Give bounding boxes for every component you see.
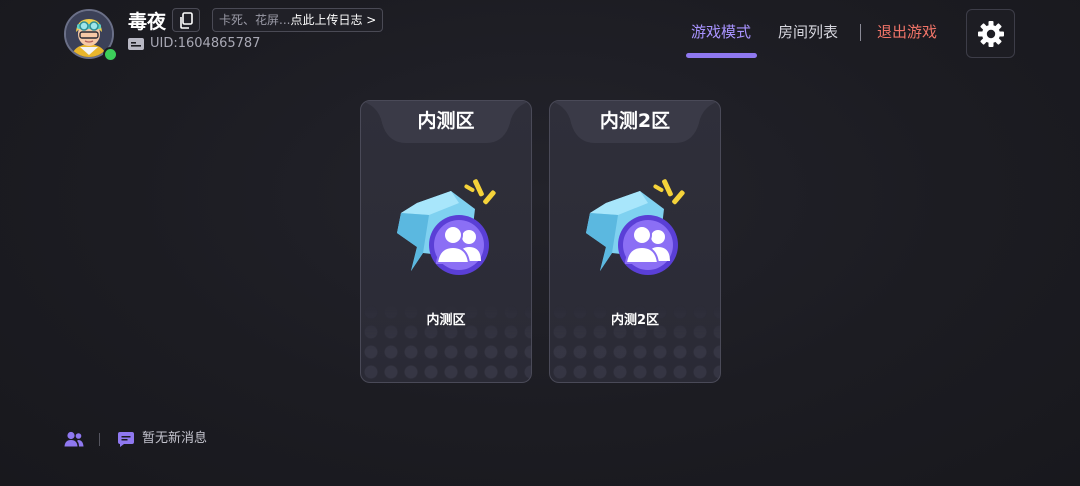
tab-game-mode[interactable]: 游戏模式 — [691, 20, 751, 44]
zone-label: 内测区 — [426, 313, 466, 328]
uid-row: UID:1604865787 — [128, 36, 260, 51]
upload-log-hint: 卡死、花屏... — [219, 13, 291, 27]
nav-divider — [860, 24, 861, 41]
exit-game-button[interactable]: 退出游戏 — [877, 20, 937, 44]
message-status[interactable]: 暂无新消息 — [142, 430, 207, 448]
friends-icon[interactable] — [64, 431, 84, 447]
footer-divider — [99, 433, 100, 446]
id-card-icon — [128, 37, 144, 50]
group-chat-icon — [586, 179, 685, 275]
upload-log-action: 点此上传日志 > — [290, 13, 377, 27]
online-status-dot — [103, 47, 118, 62]
zone-label: 内测2区 — [610, 313, 660, 328]
copy-button[interactable] — [172, 8, 200, 32]
username: 毒夜 — [128, 11, 167, 33]
tab-room-list[interactable]: 房间列表 — [778, 20, 838, 44]
zone-title: 内测2区 — [599, 110, 671, 132]
zone-title: 内测区 — [417, 110, 475, 132]
uid-text: UID:1604865787 — [150, 36, 261, 51]
upload-log-button[interactable]: 卡死、花屏...点此上传日志 > — [212, 8, 384, 32]
gear-icon — [977, 20, 1004, 47]
message-icon[interactable] — [118, 432, 134, 447]
zone-card-beta-2[interactable]: 内测2区 内测2区 — [549, 100, 721, 383]
settings-button[interactable] — [966, 9, 1015, 58]
zone-card-beta[interactable]: 内测区 内测区 — [360, 100, 532, 383]
copy-icon — [180, 11, 193, 29]
active-tab-indicator — [686, 53, 757, 58]
group-chat-icon — [397, 179, 496, 275]
